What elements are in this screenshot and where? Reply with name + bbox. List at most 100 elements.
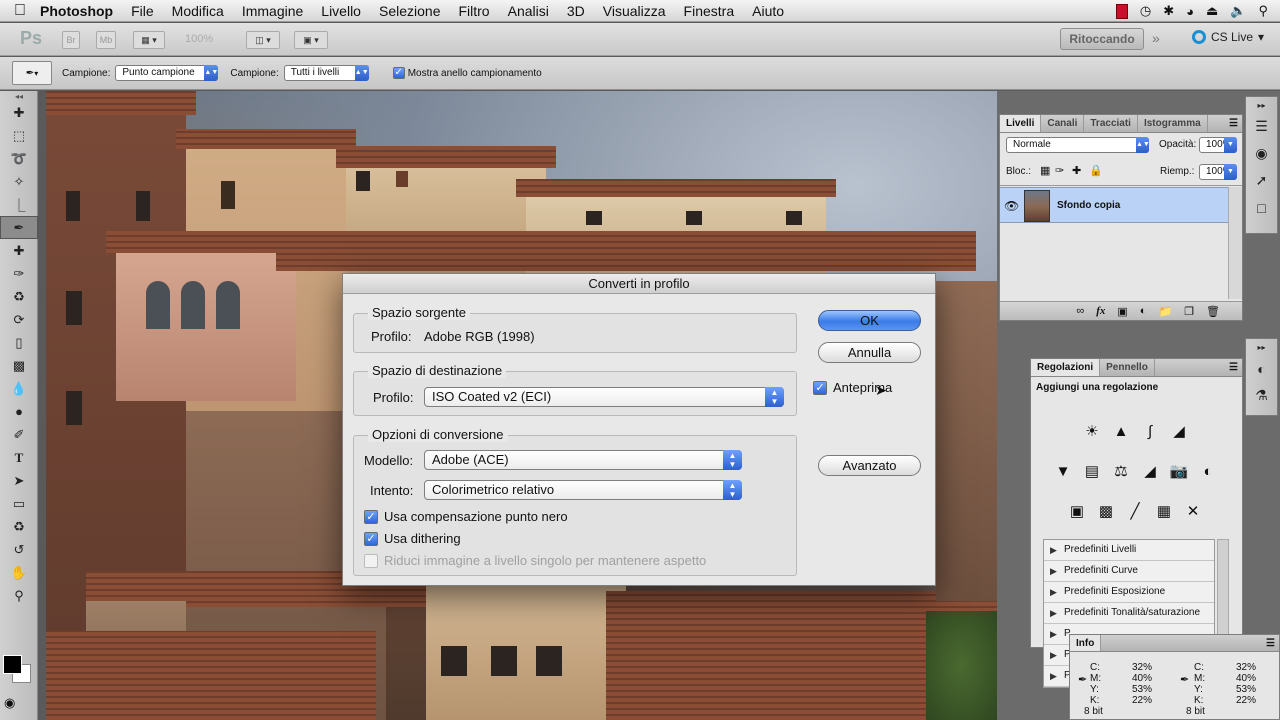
- visibility-eye-icon[interactable]: 👁: [1004, 199, 1019, 213]
- new-group-icon[interactable]: 📁: [1158, 305, 1172, 318]
- preset-livelli[interactable]: Predefiniti Livelli: [1044, 540, 1214, 561]
- marquee-tool-icon[interactable]: ⬚: [0, 124, 38, 147]
- menu-livello[interactable]: Livello: [321, 3, 361, 19]
- adjustments-panel-icon[interactable]: ◐: [1246, 355, 1277, 382]
- hue-saturation-icon[interactable]: ▤: [1080, 459, 1104, 483]
- exposure-icon[interactable]: ◢: [1167, 419, 1191, 443]
- presets-scrollbar[interactable]: [1217, 539, 1229, 645]
- eraser-tool-icon[interactable]: ▯: [0, 331, 38, 354]
- lock-transparency-icon[interactable]: ▦: [1040, 164, 1050, 177]
- 3d-rotate-tool-icon[interactable]: ♻: [0, 515, 38, 538]
- wifi-icon[interactable]: ◕: [1186, 4, 1194, 19]
- histogram-panel-icon[interactable]: □: [1246, 194, 1277, 221]
- collapse-toolbar-icon[interactable]: ◂◂: [0, 91, 38, 101]
- black-white-icon[interactable]: ◢: [1138, 459, 1162, 483]
- tab-tracciati[interactable]: Tracciati: [1084, 115, 1138, 132]
- menu-analisi[interactable]: Analisi: [508, 3, 549, 19]
- preset-tonalita-saturazione[interactable]: Predefiniti Tonalità/saturazione: [1044, 603, 1214, 624]
- volume-icon[interactable]: 🔈: [1230, 3, 1246, 19]
- quick-selection-tool-icon[interactable]: ✧: [0, 170, 38, 193]
- recording-icon[interactable]: [1115, 3, 1128, 19]
- mini-bridge-button[interactable]: Mb: [96, 31, 116, 49]
- layer-row-sfondo-copia[interactable]: 👁 Sfondo copia: [1000, 187, 1228, 223]
- menu-file[interactable]: File: [131, 3, 154, 19]
- preset-esposizione[interactable]: Predefiniti Esposizione: [1044, 582, 1214, 603]
- selective-color-icon[interactable]: ✕: [1181, 499, 1205, 523]
- zoom-tool-icon[interactable]: ⚲: [0, 584, 38, 607]
- brush-tool-icon[interactable]: ✑: [0, 262, 38, 285]
- blur-tool-icon[interactable]: 💧: [0, 377, 38, 400]
- black-point-compensation-checkbox[interactable]: ✓ Usa compensazione punto nero: [364, 509, 568, 524]
- brightness-contrast-icon[interactable]: ☀: [1080, 419, 1104, 443]
- cancel-button[interactable]: Annulla: [818, 342, 921, 363]
- layer-style-icon[interactable]: fx: [1096, 305, 1105, 317]
- eyedropper-tool-icon[interactable]: ✒: [0, 216, 38, 239]
- quick-mask-icon[interactable]: ◉: [4, 695, 15, 711]
- menu-finestra[interactable]: Finestra: [684, 3, 735, 19]
- gradient-tool-icon[interactable]: ▩: [0, 354, 38, 377]
- layers-scrollbar[interactable]: [1228, 187, 1242, 299]
- menu-filtro[interactable]: Filtro: [458, 3, 489, 19]
- zoom-level[interactable]: 100%: [185, 33, 213, 45]
- crop-tool-icon[interactable]: ⎿: [0, 193, 38, 216]
- type-tool-icon[interactable]: T: [0, 446, 38, 469]
- view-extras-button[interactable]: ▦ ▾: [133, 31, 165, 49]
- expand-panels-icon[interactable]: ▸▸: [1246, 97, 1277, 113]
- menu-immagine[interactable]: Immagine: [242, 3, 303, 19]
- advanced-button[interactable]: Avanzato: [818, 455, 921, 476]
- intent-select[interactable]: Colorimetrico relativo ▲ ▼: [424, 480, 742, 500]
- sample-layers-select[interactable]: Tutti i livelli ▲▼: [283, 65, 369, 81]
- panel-menu-icon[interactable]: ☰: [1262, 635, 1279, 651]
- move-tool-icon[interactable]: ✚: [0, 101, 38, 124]
- history-brush-tool-icon[interactable]: ⟳: [0, 308, 38, 331]
- new-layer-icon[interactable]: ❐: [1184, 305, 1194, 318]
- sample-size-select[interactable]: Punto campione ▲▼: [115, 65, 219, 81]
- color-balance-icon[interactable]: ⚖: [1109, 459, 1133, 483]
- threshold-icon[interactable]: ╱: [1123, 499, 1147, 523]
- bridge-button[interactable]: Br: [62, 31, 80, 49]
- clone-stamp-tool-icon[interactable]: ♻: [0, 285, 38, 308]
- panel-menu-icon[interactable]: ☰: [1225, 115, 1242, 132]
- tab-pennello[interactable]: Pennello: [1100, 359, 1155, 376]
- spotlight-search-icon[interactable]: ⚲: [1258, 3, 1268, 19]
- levels-icon[interactable]: ▲: [1109, 419, 1133, 443]
- menu-modifica[interactable]: Modifica: [172, 3, 224, 19]
- engine-select[interactable]: Adobe (ACE) ▲ ▼: [424, 450, 742, 470]
- posterize-icon[interactable]: ▩: [1094, 499, 1118, 523]
- hand-tool-icon[interactable]: ✋: [0, 561, 38, 584]
- fill-input[interactable]: 100% ▼: [1199, 164, 1237, 180]
- healing-brush-tool-icon[interactable]: ✚: [0, 239, 38, 262]
- eject-icon[interactable]: ⏏: [1206, 3, 1218, 19]
- preset-curve[interactable]: Predefiniti Curve: [1044, 561, 1214, 582]
- invert-icon[interactable]: ▣: [1065, 499, 1089, 523]
- destination-profile-select[interactable]: ISO Coated v2 (ECI) ▲ ▼: [424, 387, 784, 407]
- clone-source-panel-icon[interactable]: ⚗: [1246, 382, 1277, 409]
- link-layers-icon[interactable]: ∞: [1076, 305, 1084, 317]
- tab-canali[interactable]: Canali: [1041, 115, 1085, 132]
- menu-app-photoshop[interactable]: Photoshop: [40, 3, 113, 19]
- opacity-input[interactable]: 100% ▼: [1199, 137, 1237, 153]
- lock-pixels-icon[interactable]: ✑: [1055, 164, 1064, 177]
- ok-button[interactable]: OK: [818, 310, 921, 331]
- dodge-tool-icon[interactable]: ●: [0, 400, 38, 423]
- menu-visualizza[interactable]: Visualizza: [603, 3, 666, 19]
- arrange-documents-button[interactable]: ◫ ▾: [246, 31, 280, 49]
- panel-menu-icon[interactable]: ☰: [1225, 359, 1242, 376]
- vibrance-icon[interactable]: ▼: [1051, 459, 1075, 483]
- lasso-tool-icon[interactable]: ➰: [0, 147, 38, 170]
- photo-filter-icon[interactable]: 📷: [1167, 459, 1191, 483]
- channels-panel-icon[interactable]: ◉: [1246, 140, 1277, 167]
- lock-position-icon[interactable]: ✚: [1072, 164, 1081, 177]
- menu-3d[interactable]: 3D: [567, 3, 585, 19]
- tab-regolazioni[interactable]: Regolazioni: [1031, 359, 1101, 376]
- shape-tool-icon[interactable]: ▭: [0, 492, 38, 515]
- menu-aiuto[interactable]: Aiuto: [752, 3, 784, 19]
- tab-livelli[interactable]: Livelli: [1000, 115, 1042, 132]
- more-workspaces-icon[interactable]: »: [1152, 30, 1160, 46]
- 3d-orbit-tool-icon[interactable]: ↺: [0, 538, 38, 561]
- paths-panel-icon[interactable]: ➚: [1246, 167, 1277, 194]
- blend-mode-select[interactable]: Normale ▲▼: [1006, 137, 1150, 153]
- screen-mode-button[interactable]: ▣ ▾: [294, 31, 328, 49]
- expand-panels-icon[interactable]: ▸▸: [1246, 339, 1277, 355]
- pen-tool-icon[interactable]: ✐: [0, 423, 38, 446]
